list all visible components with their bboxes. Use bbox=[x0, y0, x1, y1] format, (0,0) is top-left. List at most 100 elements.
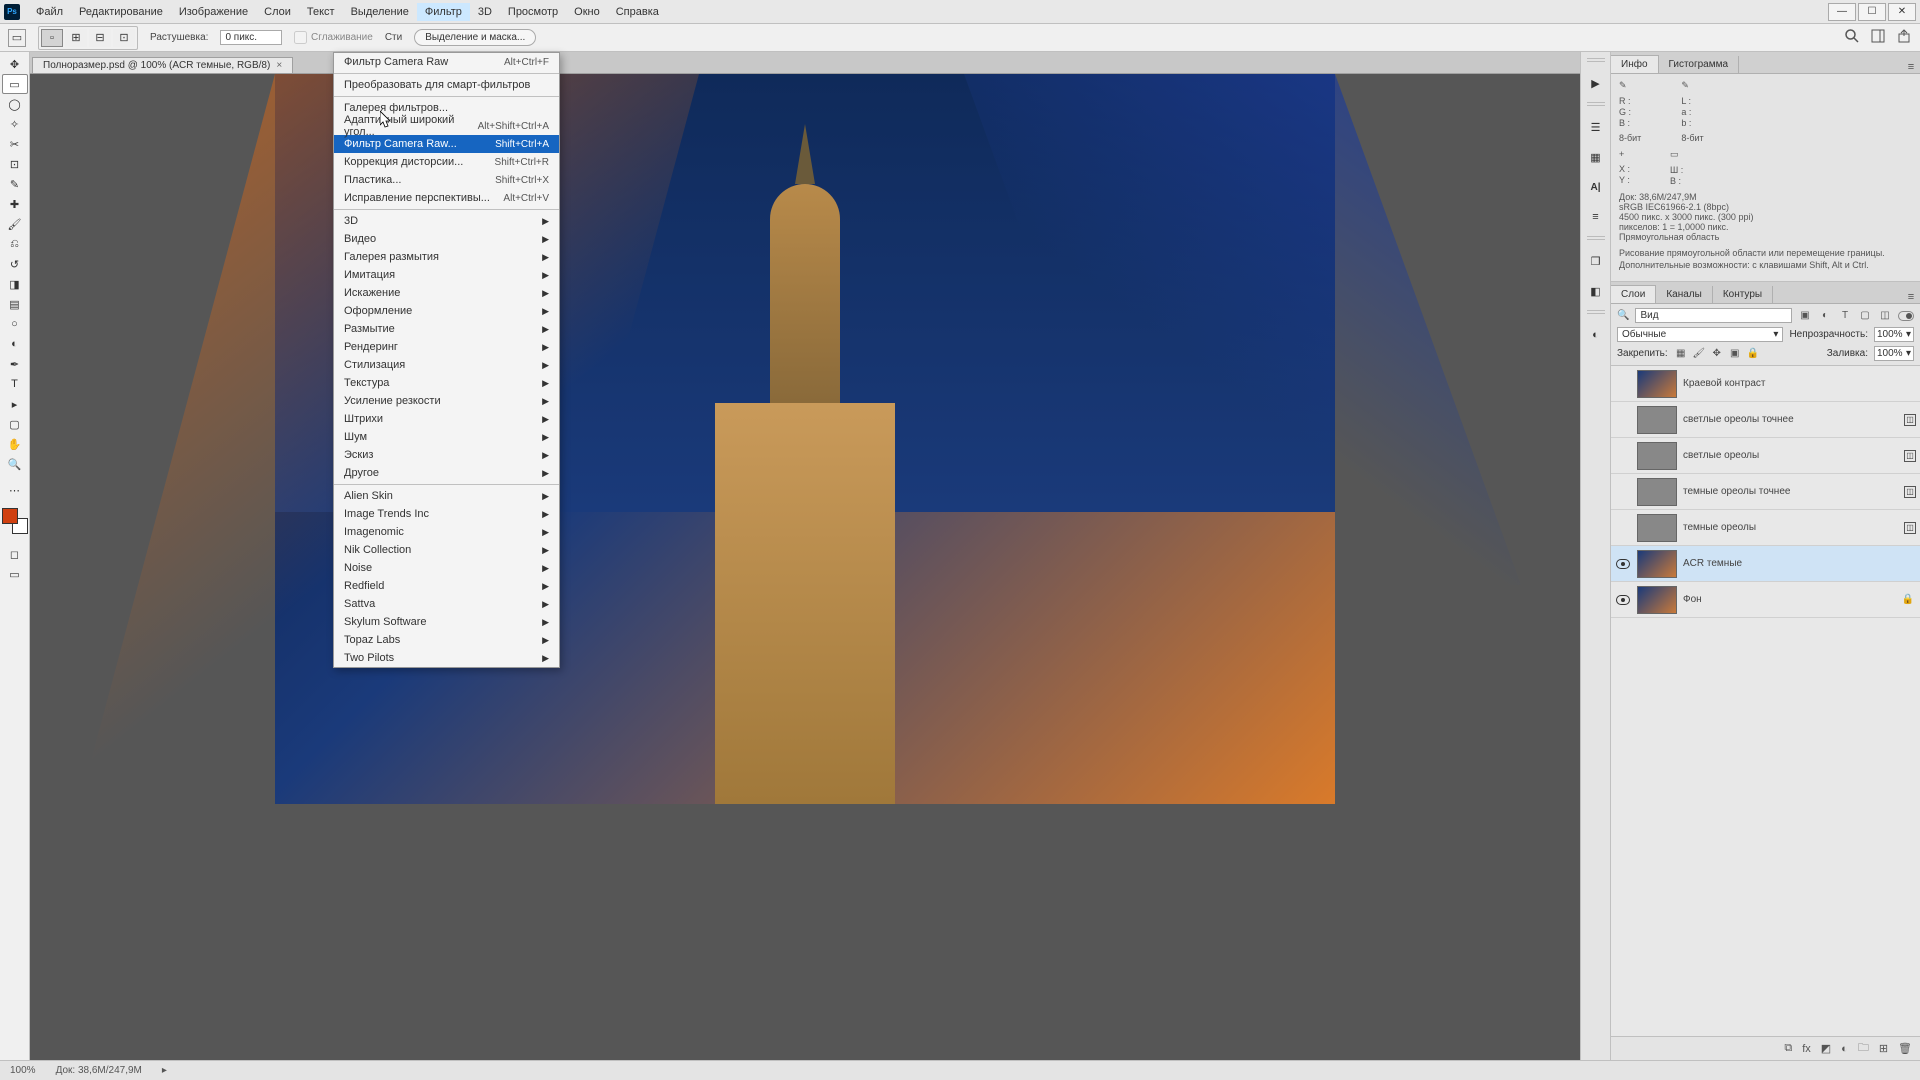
menu-item[interactable]: Искажение▶ bbox=[334, 284, 559, 302]
menu-item[interactable]: Рендеринг▶ bbox=[334, 338, 559, 356]
menu-item[interactable]: Two Pilots▶ bbox=[334, 649, 559, 667]
paragraph-panel-icon[interactable]: ≡ bbox=[1583, 204, 1609, 230]
menu-item[interactable]: Alien Skin▶ bbox=[334, 487, 559, 505]
type-tool[interactable]: T bbox=[2, 374, 28, 394]
window-close-button[interactable]: ✕ bbox=[1888, 3, 1916, 21]
eraser-tool[interactable]: ◨ bbox=[2, 274, 28, 294]
layer-style-icon[interactable]: fx bbox=[1802, 1043, 1811, 1055]
menu-item[interactable]: Пластика...Shift+Ctrl+X bbox=[334, 171, 559, 189]
menu-item[interactable]: Преобразовать для смарт-фильтров bbox=[334, 76, 559, 94]
menu-item[interactable]: Имитация▶ bbox=[334, 266, 559, 284]
menu-3d[interactable]: 3D bbox=[470, 3, 500, 21]
color-swatches[interactable] bbox=[2, 508, 28, 534]
selection-intersect-icon[interactable]: ⊡ bbox=[113, 29, 135, 47]
search-icon[interactable] bbox=[1844, 28, 1860, 47]
menu-просмотр[interactable]: Просмотр bbox=[500, 3, 566, 21]
quickmask-toggle[interactable]: ◻ bbox=[2, 544, 28, 564]
panel-menu-icon[interactable]: ≡ bbox=[1902, 61, 1920, 73]
dodge-tool[interactable]: ◐ bbox=[2, 334, 28, 354]
menu-item[interactable]: Оформление▶ bbox=[334, 302, 559, 320]
swatches-panel-icon[interactable]: ◐ bbox=[1583, 322, 1609, 348]
filter-shape-icon[interactable]: ▢ bbox=[1858, 310, 1872, 321]
layer-row[interactable]: темные ореолы точнее◫ bbox=[1611, 474, 1920, 510]
status-dropdown-icon[interactable]: ▸ bbox=[162, 1065, 167, 1076]
menu-item[interactable]: Адаптивный широкий угол...Alt+Shift+Ctrl… bbox=[334, 117, 559, 135]
menu-item[interactable]: Skylum Software▶ bbox=[334, 613, 559, 631]
layer-row[interactable]: ACR темные bbox=[1611, 546, 1920, 582]
marquee-tool[interactable]: ▭ bbox=[2, 74, 28, 94]
menu-item[interactable]: Topaz Labs▶ bbox=[334, 631, 559, 649]
menu-item[interactable]: Галерея размытия▶ bbox=[334, 248, 559, 266]
layer-row[interactable]: темные ореолы◫ bbox=[1611, 510, 1920, 546]
menu-окно[interactable]: Окно bbox=[566, 3, 608, 21]
selection-new-icon[interactable]: ▫ bbox=[41, 29, 63, 47]
menu-изображение[interactable]: Изображение bbox=[171, 3, 256, 21]
fg-color-swatch[interactable] bbox=[2, 508, 18, 524]
path-selection-tool[interactable]: ▸ bbox=[2, 394, 28, 414]
menu-item[interactable]: Noise▶ bbox=[334, 559, 559, 577]
new-layer-icon[interactable]: ⊞ bbox=[1879, 1042, 1888, 1055]
feather-input[interactable]: 0 пикс. bbox=[220, 30, 282, 45]
styles-panel-icon[interactable]: ▦ bbox=[1583, 144, 1609, 170]
tab-paths[interactable]: Контуры bbox=[1713, 286, 1773, 303]
delete-layer-icon[interactable]: 🗑 bbox=[1898, 1042, 1912, 1055]
filter-pixel-icon[interactable]: ▣ bbox=[1798, 310, 1812, 321]
tab-layers[interactable]: Слои bbox=[1611, 285, 1656, 303]
layer-group-icon[interactable]: 🗀 bbox=[1858, 1039, 1869, 1058]
document-tab[interactable]: Полноразмер.psd @ 100% (ACR темные, RGB/… bbox=[32, 57, 293, 73]
menu-выделение[interactable]: Выделение bbox=[343, 3, 417, 21]
lock-pixels-icon[interactable]: 🖌 bbox=[1692, 348, 1706, 359]
clone-stamp-tool[interactable]: ⎌ bbox=[2, 234, 28, 254]
edit-toolbar[interactable]: ⋯ bbox=[2, 480, 28, 500]
filter-dropdown-menu[interactable]: Фильтр Camera RawAlt+Ctrl+F Преобразовать… bbox=[333, 52, 560, 668]
menu-item[interactable]: Другое▶ bbox=[334, 464, 559, 482]
menu-редактирование[interactable]: Редактирование bbox=[71, 3, 171, 21]
3d-panel-icon[interactable]: ❒ bbox=[1583, 248, 1609, 274]
zoom-status[interactable]: 100% bbox=[10, 1065, 36, 1076]
workspace-switcher-icon[interactable] bbox=[1870, 28, 1886, 47]
lock-all-icon[interactable]: 🔒 bbox=[1746, 348, 1760, 359]
selection-subtract-icon[interactable]: ⊟ bbox=[89, 29, 111, 47]
opacity-input[interactable]: 100%▾ bbox=[1874, 327, 1914, 342]
menu-item[interactable]: Шум▶ bbox=[334, 428, 559, 446]
current-tool-icon[interactable]: ▭ bbox=[8, 29, 26, 47]
share-icon[interactable] bbox=[1896, 28, 1912, 47]
menu-item[interactable]: Размытие▶ bbox=[334, 320, 559, 338]
menu-item[interactable]: Image Trends Inc▶ bbox=[334, 505, 559, 523]
pen-tool[interactable]: ✒ bbox=[2, 354, 28, 374]
blur-tool[interactable]: ○ bbox=[2, 314, 28, 334]
properties-panel-icon[interactable]: ◧ bbox=[1583, 278, 1609, 304]
tab-channels[interactable]: Каналы bbox=[1656, 286, 1713, 303]
tab-histogram[interactable]: Гистограмма bbox=[1659, 56, 1740, 73]
menu-текст[interactable]: Текст bbox=[299, 3, 343, 21]
shape-tool[interactable]: ▢ bbox=[2, 414, 28, 434]
screenmode-toggle[interactable]: ▭ bbox=[2, 564, 28, 584]
menu-item[interactable]: 3D▶ bbox=[334, 212, 559, 230]
menu-item[interactable]: Штрихи▶ bbox=[334, 410, 559, 428]
menu-слои[interactable]: Слои bbox=[256, 3, 299, 21]
crop-tool[interactable]: ✂ bbox=[2, 134, 28, 154]
select-and-mask-button[interactable]: Выделение и маска... bbox=[414, 29, 536, 46]
character-panel-icon[interactable]: A| bbox=[1583, 174, 1609, 200]
menu-item[interactable]: Усиление резкости▶ bbox=[334, 392, 559, 410]
blend-mode-select[interactable]: Обычные▾ bbox=[1617, 327, 1783, 342]
filter-toggle-icon[interactable] bbox=[1898, 311, 1914, 321]
lasso-tool[interactable]: ◯ bbox=[2, 94, 28, 114]
link-layers-icon[interactable]: ⧉ bbox=[1784, 1042, 1792, 1055]
menu-item[interactable]: Коррекция дисторсии...Shift+Ctrl+R bbox=[334, 153, 559, 171]
menu-item[interactable]: Фильтр Camera RawAlt+Ctrl+F bbox=[334, 53, 559, 71]
fill-input[interactable]: 100%▾ bbox=[1874, 346, 1914, 361]
zoom-tool[interactable]: 🔍 bbox=[2, 454, 28, 474]
lock-transparent-icon[interactable]: ▦ bbox=[1674, 348, 1688, 359]
layer-mask-icon[interactable]: ◩ bbox=[1821, 1042, 1831, 1055]
layer-row[interactable]: Фон🔒 bbox=[1611, 582, 1920, 618]
magic-wand-tool[interactable]: ✧ bbox=[2, 114, 28, 134]
menu-item[interactable]: Эскиз▶ bbox=[334, 446, 559, 464]
history-brush-tool[interactable]: ↺ bbox=[2, 254, 28, 274]
tab-info[interactable]: Инфо bbox=[1611, 55, 1659, 73]
layer-row[interactable]: светлые ореолы◫ bbox=[1611, 438, 1920, 474]
menu-item[interactable]: Исправление перспективы...Alt+Ctrl+V bbox=[334, 189, 559, 207]
menu-item[interactable]: Imagenomic▶ bbox=[334, 523, 559, 541]
visibility-eye-icon[interactable] bbox=[1616, 595, 1630, 605]
window-maximize-button[interactable]: ☐ bbox=[1858, 3, 1886, 21]
